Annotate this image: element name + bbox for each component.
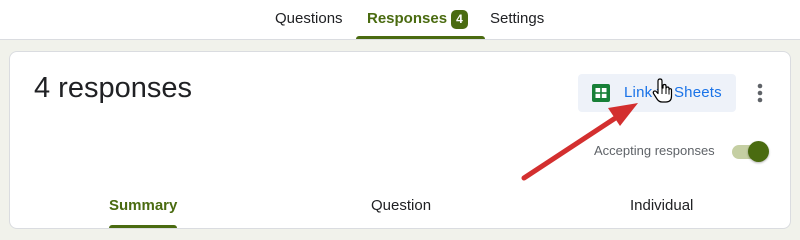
top-tab-bar: Questions Responses 4 Settings: [0, 0, 800, 40]
responses-count-badge: 4: [451, 10, 468, 29]
hand-pointer-icon: [652, 78, 673, 103]
tab-summary-underline: [109, 225, 178, 228]
responses-title: 4 responses: [34, 72, 192, 104]
tab-individual-label: Individual: [630, 197, 694, 214]
accepting-responses-label: Accepting responses: [594, 143, 715, 158]
tab-questions[interactable]: Questions: [275, 0, 343, 39]
tab-summary[interactable]: Summary: [109, 197, 178, 228]
tab-responses-underline: [356, 36, 486, 39]
tab-questions-label: Questions: [275, 10, 343, 27]
tab-responses[interactable]: Responses 4: [356, 0, 486, 39]
tab-settings-label: Settings: [490, 10, 545, 27]
tab-question-label: Question: [371, 197, 432, 214]
more-vert-icon[interactable]: [750, 80, 770, 106]
tab-summary-label: Summary: [109, 197, 178, 214]
responses-card: 4 responses Link to Sheets Accepting res…: [9, 51, 791, 229]
tab-responses-label: Responses: [367, 10, 448, 27]
accepting-responses-toggle[interactable]: [730, 140, 770, 162]
tab-question[interactable]: Question: [371, 197, 432, 228]
tab-settings[interactable]: Settings: [490, 0, 544, 39]
toggle-thumb: [748, 141, 769, 162]
sheets-icon: [592, 84, 610, 102]
tab-individual[interactable]: Individual: [630, 197, 694, 228]
